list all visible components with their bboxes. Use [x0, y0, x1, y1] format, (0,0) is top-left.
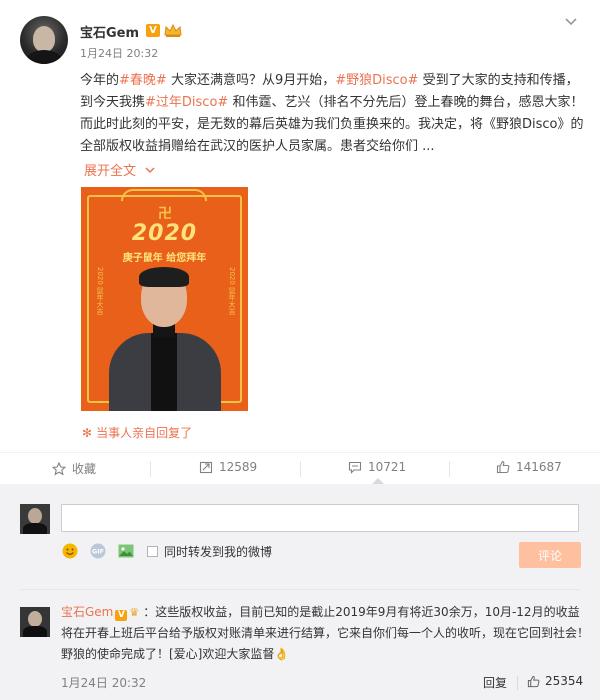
- poster-year: 2020: [131, 221, 198, 246]
- reply-button[interactable]: 回复: [483, 674, 507, 691]
- favorite-button[interactable]: 收藏: [52, 460, 96, 477]
- comment-text: ：这些版权收益，目前已知的是截止2019年9月有将近30余万，10月-12月的收…: [61, 605, 590, 661]
- expand-full-text-link[interactable]: 展开全文: [84, 160, 156, 179]
- commenter-name[interactable]: 宝石Gem: [61, 605, 113, 619]
- divider: [20, 589, 580, 590]
- member-crown-icon: [164, 23, 182, 38]
- comment-icon: [348, 461, 362, 474]
- post-time[interactable]: 1月24日 20:32: [80, 45, 158, 61]
- comment-button[interactable]: 10721: [348, 460, 406, 474]
- chevron-down-icon[interactable]: [564, 14, 578, 28]
- composer-tools: GIF 同时转发到我的微博: [61, 542, 272, 560]
- image-icon[interactable]: [117, 542, 135, 560]
- current-user-avatar[interactable]: [20, 504, 50, 534]
- submit-comment-button[interactable]: 评论: [519, 542, 581, 568]
- post-content: 今年的#春晚# 大家还满意吗？从9月开始，#野狼Disco# 受到了大家的支持和…: [80, 70, 586, 158]
- hashtag-link[interactable]: #春晚#: [119, 73, 167, 88]
- star-icon: [52, 461, 66, 476]
- rooster-seal-icon: 卍: [158, 206, 172, 222]
- repost-button[interactable]: 12589: [199, 460, 257, 474]
- thumbs-up-icon: [527, 675, 540, 687]
- like-button[interactable]: 141687: [496, 460, 562, 474]
- comment-body: 宝石Gem V ♛ ：这些版权收益，目前已知的是截止2019年9月有将近30余万，10…: [61, 602, 589, 665]
- comment-section: GIF 同时转发到我的微博 评论 宝石Gem V ♛ ：这些版权收益，目前已知的是截止…: [0, 484, 600, 700]
- member-crown-icon: ♛: [129, 606, 140, 619]
- asterisk-icon: ✻: [82, 426, 93, 440]
- author-avatar[interactable]: [20, 16, 68, 64]
- poster-greeting: 庚子鼠年 给您拜年: [122, 253, 207, 264]
- chevron-down-icon: [145, 167, 155, 174]
- weibo-post: 宝石Gem V 1月24日 20:32 今年的#春晚# 大家还满意吗？从9月开始…: [0, 0, 600, 452]
- post-image[interactable]: 卍 2020 庚子鼠年 给您拜年 2020 鼠年大吉 2020 鼠年大吉: [81, 187, 248, 411]
- owner-replied-note: ✻ 当事人亲自回复了: [82, 426, 193, 440]
- action-bar: 收藏 12589 10721 141687: [0, 452, 600, 484]
- forward-checkbox-label: 同时转发到我的微博: [164, 544, 273, 559]
- gif-icon[interactable]: GIF: [89, 542, 107, 560]
- repost-icon: [199, 461, 213, 474]
- poster-side-text: 2020 鼠年大吉: [228, 267, 236, 316]
- thumbs-up-icon: [496, 460, 510, 474]
- poster-side-text: 2020 鼠年大吉: [96, 267, 104, 316]
- hashtag-link[interactable]: #野狼Disco#: [335, 73, 418, 88]
- forward-checkbox[interactable]: [147, 545, 158, 557]
- verified-icon: V: [115, 610, 128, 621]
- commenter-avatar[interactable]: [20, 607, 50, 637]
- post-text: 今年的: [80, 73, 120, 88]
- comment-time: 1月24日 20:32: [61, 676, 147, 690]
- comment-like-button[interactable]: 25354: [527, 674, 583, 688]
- post-text: 大家还满意吗？从9月开始，: [166, 73, 336, 88]
- verified-icon: V: [146, 24, 160, 37]
- hashtag-link[interactable]: #过年Disco#: [145, 95, 228, 110]
- emoji-icon[interactable]: [61, 542, 79, 560]
- svg-text:GIF: GIF: [92, 548, 104, 556]
- comment-input[interactable]: [61, 504, 579, 532]
- author-name[interactable]: 宝石Gem: [80, 22, 139, 41]
